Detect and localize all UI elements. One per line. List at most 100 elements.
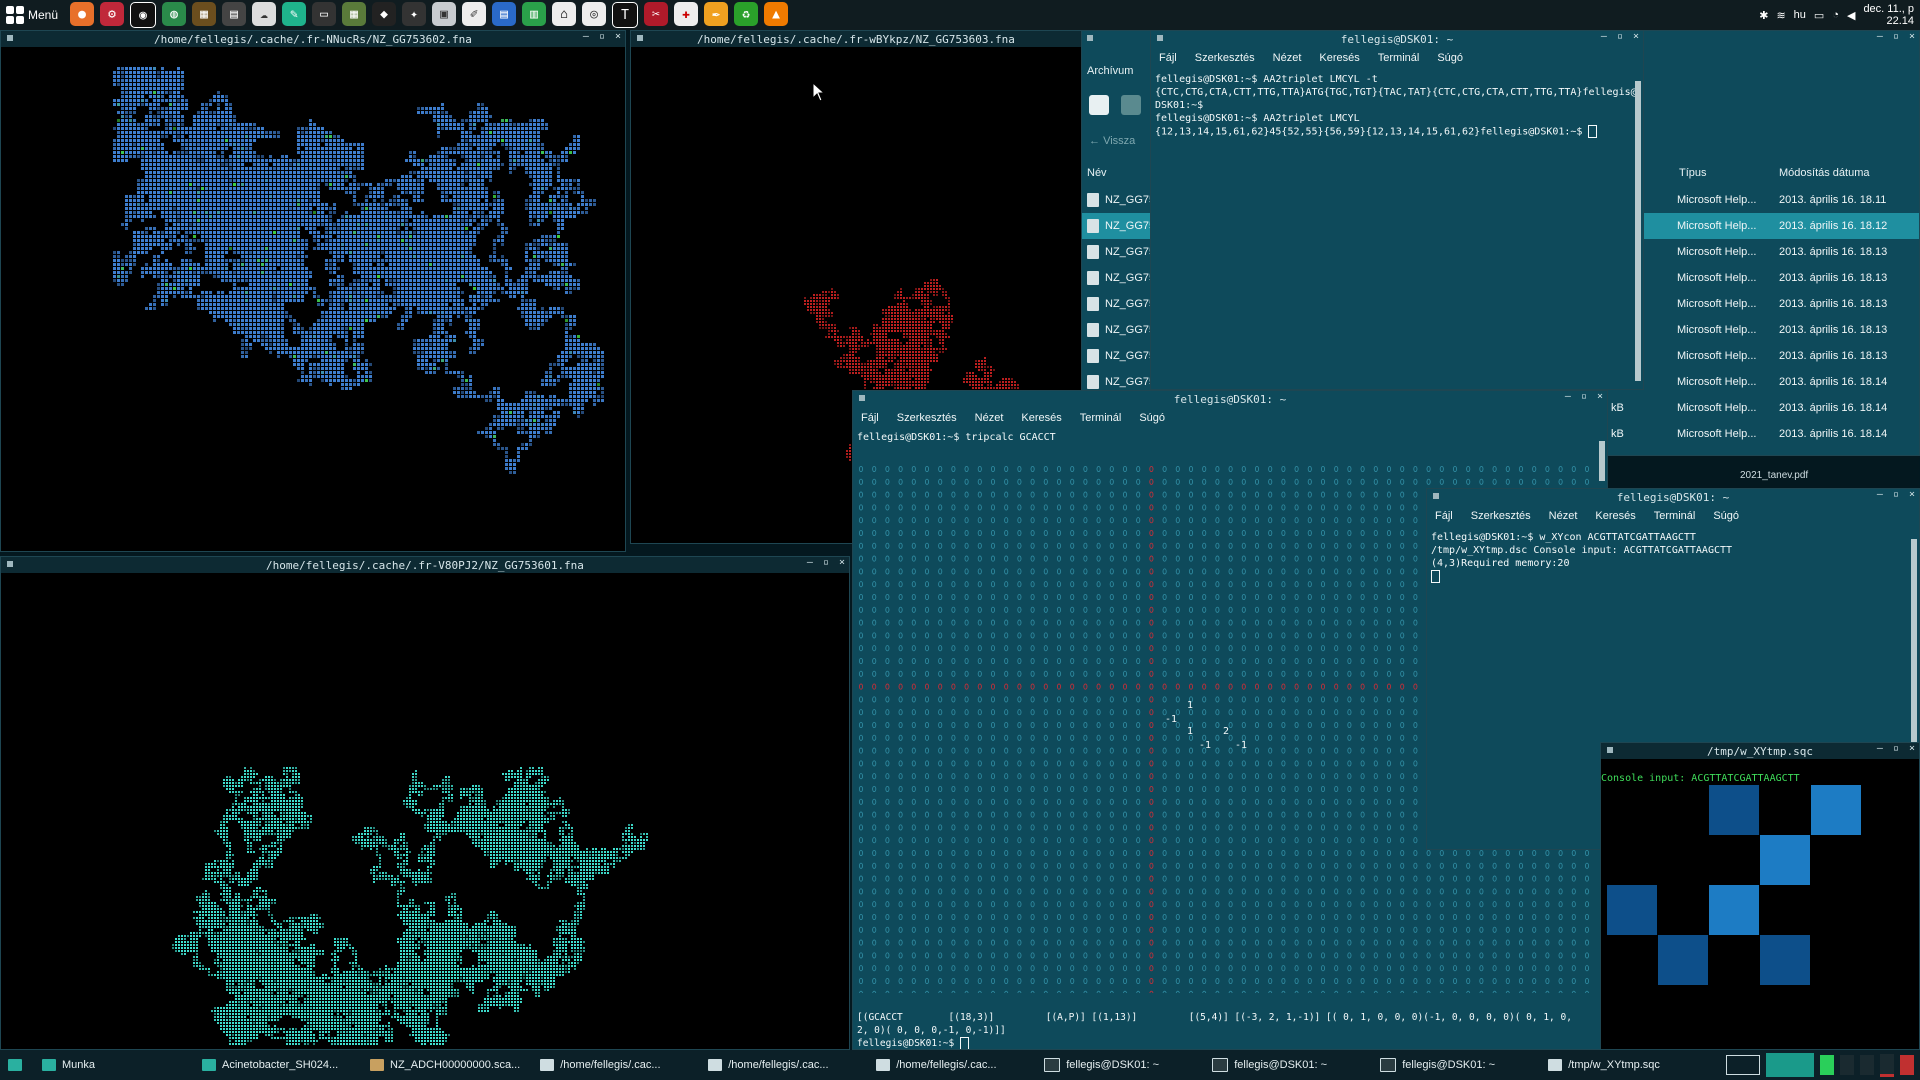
menu-search[interactable]: Keresés — [1319, 52, 1359, 64]
network-signal-icon[interactable]: ≋ — [1776, 9, 1785, 22]
desktop-file-label[interactable]: 2021_tanev.pdf — [1740, 470, 1808, 481]
image-window-2-titlebar[interactable]: /home/fellegis/.cache/.fr-wBYkpz/NZ_GG75… — [631, 31, 1081, 47]
pdf-icon[interactable]: ✂ — [644, 2, 668, 26]
tool-icon[interactable]: T — [612, 2, 638, 28]
bluetooth-icon[interactable]: ✱ — [1759, 9, 1768, 22]
menu-terminal[interactable]: Terminál — [1654, 510, 1696, 522]
recycle-icon[interactable]: ♻ — [734, 2, 758, 26]
minimize-icon[interactable]: – — [1601, 31, 1607, 42]
language-indicator[interactable]: hu — [1794, 9, 1806, 21]
close-icon[interactable]: × — [1597, 391, 1603, 402]
menu-help[interactable]: Súgó — [1139, 412, 1165, 424]
gimp-icon[interactable]: ✦ — [402, 2, 426, 26]
taskbar-item[interactable]: /home/fellegis/.cac... — [868, 1053, 1032, 1077]
maximize-icon[interactable]: ▫ — [1581, 391, 1587, 402]
column-type[interactable]: Típus — [1679, 167, 1707, 179]
minimize-icon[interactable]: – — [1877, 31, 1883, 42]
terminal-launcher-icon[interactable]: ▭ — [312, 2, 336, 26]
maximize-icon[interactable]: ▫ — [1893, 31, 1899, 42]
clock[interactable]: dec. 11., p 22.14 — [1863, 3, 1914, 27]
writer-icon[interactable]: ▤ — [492, 2, 516, 26]
audacity-icon[interactable]: ◉ — [130, 2, 156, 28]
minimize-icon[interactable]: – — [1565, 391, 1571, 402]
maximize-icon[interactable]: ▫ — [823, 557, 829, 568]
menu-help[interactable]: Súgó — [1437, 52, 1463, 64]
menu-edit[interactable]: Szerkesztés — [1195, 52, 1255, 64]
minimize-icon[interactable]: – — [1877, 743, 1883, 754]
column-name[interactable]: Név — [1087, 167, 1107, 179]
text-editor-icon[interactable]: ✐ — [462, 2, 486, 26]
taskbar-item[interactable]: /tmp/w_XYtmp.sqc — [1540, 1053, 1704, 1077]
link-icon[interactable]: ✎ — [282, 2, 306, 26]
menu-search[interactable]: Keresés — [1595, 510, 1635, 522]
show-desktop-button[interactable] — [0, 1053, 30, 1077]
sqc-window[interactable]: /tmp/w_XYtmp.sqc – ▫ × Console input: ACGT… — [1600, 742, 1920, 1050]
image-window-3[interactable]: /home/fellegis/.cache/.fr-V80PJ2/NZ_GG75… — [0, 556, 850, 1050]
taskbar-item[interactable]: /home/fellegis/.cac... — [700, 1053, 864, 1077]
menu-view[interactable]: Nézet — [1273, 52, 1302, 64]
cd-icon[interactable]: ◎ — [582, 2, 606, 26]
maximize-icon[interactable]: ▫ — [1617, 31, 1623, 42]
terminal-2-titlebar[interactable]: fellegis@DSK01: ~ – ▫ × — [853, 391, 1607, 407]
wifi-icon[interactable]: ◔ — [1832, 9, 1839, 21]
terminal-1-output[interactable]: fellegis@DSK01:~$ AA2triplet LMCYL -t {C… — [1151, 69, 1643, 139]
medical-icon[interactable]: ✚ — [674, 2, 698, 26]
archive-menu[interactable]: Archívum — [1087, 65, 1133, 77]
terminal-1-titlebar[interactable]: fellegis@DSK01: ~ – ▫ × — [1151, 31, 1643, 47]
menu-search[interactable]: Keresés — [1021, 412, 1061, 424]
taskbar-item[interactable]: Munka — [34, 1053, 190, 1077]
vlc-icon[interactable]: ▲ — [764, 2, 788, 26]
maximize-icon[interactable]: ▫ — [1893, 489, 1899, 500]
inkscape-icon[interactable]: ◆ — [372, 2, 396, 26]
close-icon[interactable]: × — [1633, 31, 1639, 42]
menu-terminal[interactable]: Terminál — [1378, 52, 1420, 64]
globe-icon[interactable]: ◍ — [162, 2, 186, 26]
volume-icon[interactable]: ◀ — [1847, 9, 1855, 22]
home-icon[interactable]: ⌂ — [552, 2, 576, 26]
terminal-1-scrollbar[interactable] — [1635, 81, 1641, 381]
menu-file[interactable]: Fájl — [1435, 510, 1453, 522]
minimize-icon[interactable]: – — [1877, 489, 1883, 500]
maximize-icon[interactable]: ▫ — [599, 31, 605, 42]
calculator-icon[interactable]: ▦ — [342, 2, 366, 26]
menu-view[interactable]: Nézet — [975, 412, 1004, 424]
close-icon[interactable]: × — [1909, 31, 1915, 42]
image-window-3-titlebar[interactable]: /home/fellegis/.cache/.fr-V80PJ2/NZ_GG75… — [1, 557, 849, 573]
close-icon[interactable]: × — [839, 557, 845, 568]
terminal-3-output[interactable]: fellegis@DSK01:~$ w_XYcon ACGTTATCGATTAA… — [1427, 527, 1919, 584]
taskbar-item[interactable]: fellegis@DSK01: ~ — [1204, 1053, 1368, 1077]
menu-file[interactable]: Fájl — [1159, 52, 1177, 64]
minimize-icon[interactable]: – — [583, 31, 589, 42]
extract-icon[interactable] — [1121, 95, 1141, 115]
taskbar-item[interactable]: fellegis@DSK01: ~ — [1036, 1053, 1200, 1077]
image-window-1[interactable]: /home/fellegis/.cache/.fr-NNucRs/NZ_GG75… — [0, 30, 626, 552]
taskbar-item[interactable]: Acinetobacter_SH024... — [194, 1053, 358, 1077]
sketch-icon[interactable]: ✒ — [704, 2, 728, 26]
menu-help[interactable]: Súgó — [1713, 510, 1739, 522]
menu-terminal[interactable]: Terminál — [1080, 412, 1122, 424]
workspace-switcher-icon[interactable] — [1726, 1055, 1760, 1075]
close-icon[interactable]: × — [1909, 743, 1915, 754]
settings-icon[interactable]: ⚙ — [100, 2, 124, 26]
taskbar-item[interactable]: NZ_ADCH00000000.sca... — [362, 1053, 528, 1077]
add-archive-icon[interactable] — [1089, 95, 1109, 115]
tripcalc-output[interactable]: [(GCACCT [(18,3)] [(A,P)] [(1,13)] [(5,4… — [853, 1011, 1608, 1050]
minimize-icon[interactable]: – — [807, 557, 813, 568]
maximize-icon[interactable]: ▫ — [1893, 743, 1899, 754]
column-modified[interactable]: Módosítás dátuma — [1779, 167, 1870, 179]
close-icon[interactable]: × — [615, 31, 621, 42]
menu-edit[interactable]: Szerkesztés — [1471, 510, 1531, 522]
firefox-icon[interactable]: ● — [70, 2, 94, 26]
main-menu-button[interactable]: Menü — [0, 6, 64, 24]
menu-edit[interactable]: Szerkesztés — [897, 412, 957, 424]
terminal-window-1[interactable]: fellegis@DSK01: ~ – ▫ × Fájl Szerkesztés N… — [1150, 30, 1644, 390]
back-button[interactable]: ← Vissza — [1089, 135, 1135, 147]
viewer-icon[interactable]: ▣ — [432, 2, 456, 26]
menu-view[interactable]: Nézet — [1549, 510, 1578, 522]
image-editor-icon[interactable]: ▦ — [192, 2, 216, 26]
taskbar-item[interactable]: /home/fellegis/.cac... — [532, 1053, 696, 1077]
trash-icon[interactable] — [1900, 1055, 1914, 1075]
workspace-grid[interactable] — [1766, 1053, 1814, 1077]
display-icon[interactable]: ▭ — [1814, 9, 1824, 22]
menu-file[interactable]: Fájl — [861, 412, 879, 424]
